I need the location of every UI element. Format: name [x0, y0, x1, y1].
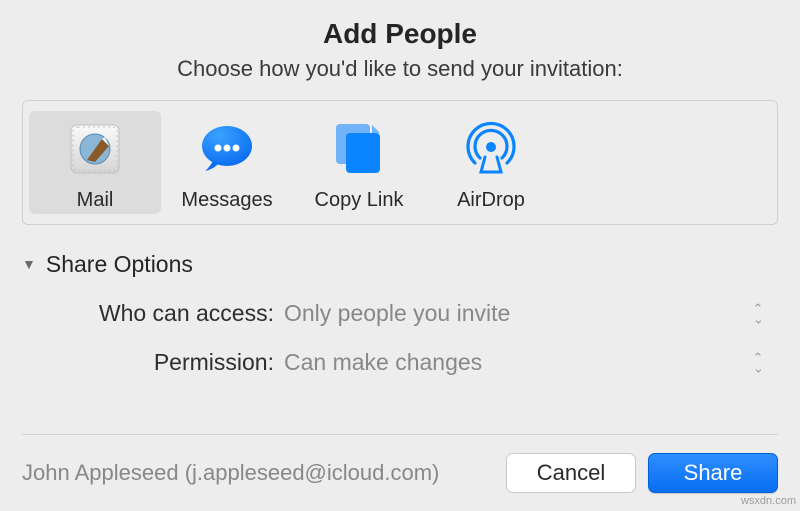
- airdrop-icon: [459, 117, 523, 181]
- chevron-down-icon: ⌃: [753, 314, 764, 322]
- share-method-messages[interactable]: Messages: [161, 111, 293, 214]
- access-value: Only people you invite: [284, 300, 738, 327]
- share-method-label: Copy Link: [315, 189, 404, 212]
- permission-value: Can make changes: [284, 349, 738, 376]
- share-options-heading: Share Options: [46, 251, 193, 278]
- share-method-label: Messages: [181, 189, 272, 212]
- chevron-down-icon: ⌃: [753, 363, 764, 371]
- dialog-title: Add People: [22, 18, 778, 50]
- access-stepper[interactable]: ⌃ ⌃: [738, 305, 778, 322]
- messages-icon: [195, 117, 259, 181]
- share-method-copy-link[interactable]: Copy Link: [293, 111, 425, 214]
- share-options-body: Who can access: Only people you invite ⌃…: [22, 300, 778, 376]
- watermark: wsxdn.com: [741, 495, 796, 507]
- share-method-label: Mail: [77, 189, 114, 212]
- share-method-label: AirDrop: [457, 189, 525, 212]
- add-people-dialog: Add People Choose how you'd like to send…: [0, 0, 800, 511]
- mail-icon: [63, 117, 127, 181]
- access-label: Who can access:: [22, 300, 284, 327]
- copylink-icon: [327, 117, 391, 181]
- share-methods-panel: Mail Messages: [22, 100, 778, 225]
- dialog-footer: John Appleseed (j.appleseed@icloud.com) …: [22, 434, 778, 511]
- cancel-button[interactable]: Cancel: [506, 453, 636, 493]
- disclosure-triangle-icon: ▼: [22, 256, 36, 272]
- dialog-subtitle: Choose how you'd like to send your invit…: [22, 56, 778, 82]
- participant-label: John Appleseed (j.appleseed@icloud.com): [22, 460, 439, 486]
- share-options-disclosure[interactable]: ▼ Share Options: [22, 251, 778, 278]
- share-method-airdrop[interactable]: AirDrop: [425, 111, 557, 214]
- share-button[interactable]: Share: [648, 453, 778, 493]
- permission-label: Permission:: [22, 349, 284, 376]
- permission-stepper[interactable]: ⌃ ⌃: [738, 354, 778, 371]
- share-method-mail[interactable]: Mail: [29, 111, 161, 214]
